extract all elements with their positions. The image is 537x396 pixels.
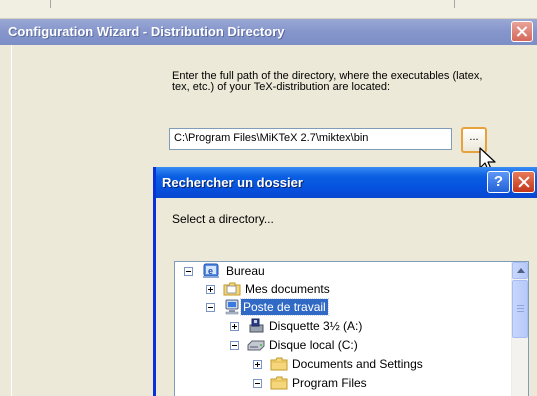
scroll-up-button[interactable] bbox=[512, 262, 528, 279]
folder-browse-dialog: Rechercher un dossier ? Select a directo… bbox=[153, 167, 537, 396]
tree-item-documents-and-settings[interactable]: Documents and Settings bbox=[175, 356, 505, 374]
computer-icon bbox=[225, 299, 239, 315]
tree-item-disquette[interactable]: Disquette 3½ (A:) bbox=[175, 318, 505, 336]
floppy-icon bbox=[249, 318, 264, 333]
dialog-close-button[interactable] bbox=[512, 171, 535, 193]
tree-item-disque-local[interactable]: Disque local (C:) bbox=[175, 337, 505, 355]
tree-item-label: Disquette 3½ (A:) bbox=[269, 319, 363, 333]
collapse-toggle[interactable] bbox=[253, 379, 262, 388]
background-window-strip bbox=[0, 0, 537, 19]
distribution-path-input[interactable]: C:\Program Files\MiKTeX 2.7\miktex\bin bbox=[169, 128, 452, 150]
wizard-title: Configuration Wizard - Distribution Dire… bbox=[8, 24, 285, 39]
dialog-title: Rechercher un dossier bbox=[162, 175, 303, 190]
tree-item-label: Program Files bbox=[292, 376, 367, 390]
folder-icon bbox=[270, 357, 288, 371]
dialog-titlebar[interactable]: Rechercher un dossier ? bbox=[156, 167, 537, 198]
tree-item-label: Disque local (C:) bbox=[269, 338, 358, 352]
collapse-toggle[interactable] bbox=[206, 303, 215, 312]
help-button[interactable]: ? bbox=[487, 171, 510, 193]
dialog-prompt: Select a directory... bbox=[172, 212, 274, 226]
tree-item-program-files[interactable]: Program Files bbox=[175, 375, 505, 393]
drive-icon bbox=[247, 340, 265, 351]
collapse-toggle[interactable] bbox=[184, 267, 193, 276]
tree-item-label: Poste de travail bbox=[240, 298, 329, 316]
expand-toggle[interactable] bbox=[230, 322, 239, 331]
wizard-titlebar[interactable]: Configuration Wizard - Distribution Dire… bbox=[0, 19, 537, 45]
svg-text:e: e bbox=[208, 266, 213, 276]
tree-item-label: Bureau bbox=[226, 264, 265, 278]
tree-scrollbar[interactable] bbox=[511, 262, 528, 396]
expand-toggle[interactable] bbox=[253, 360, 262, 369]
collapse-toggle[interactable] bbox=[230, 341, 239, 350]
help-icon: ? bbox=[493, 173, 504, 190]
folder-tree[interactable]: e Bureau Mes documents Poste de travail bbox=[174, 261, 529, 396]
desktop-icon: e bbox=[203, 263, 219, 278]
tree-item-bureau[interactable]: e Bureau bbox=[175, 263, 505, 281]
wizard-close-button[interactable] bbox=[511, 21, 533, 42]
scroll-thumb[interactable] bbox=[512, 280, 528, 338]
tree-item-label: Mes documents bbox=[245, 282, 330, 296]
instruction-text: Enter the full path of the directory, wh… bbox=[172, 70, 483, 93]
folder-icon bbox=[223, 282, 241, 296]
tree-item-label: Documents and Settings bbox=[292, 357, 423, 371]
tree-item-poste-de-travail[interactable]: Poste de travail bbox=[175, 298, 505, 317]
folder-icon bbox=[270, 376, 288, 390]
expand-toggle[interactable] bbox=[206, 285, 215, 294]
tree-item-mes-documents[interactable]: Mes documents bbox=[175, 281, 505, 299]
